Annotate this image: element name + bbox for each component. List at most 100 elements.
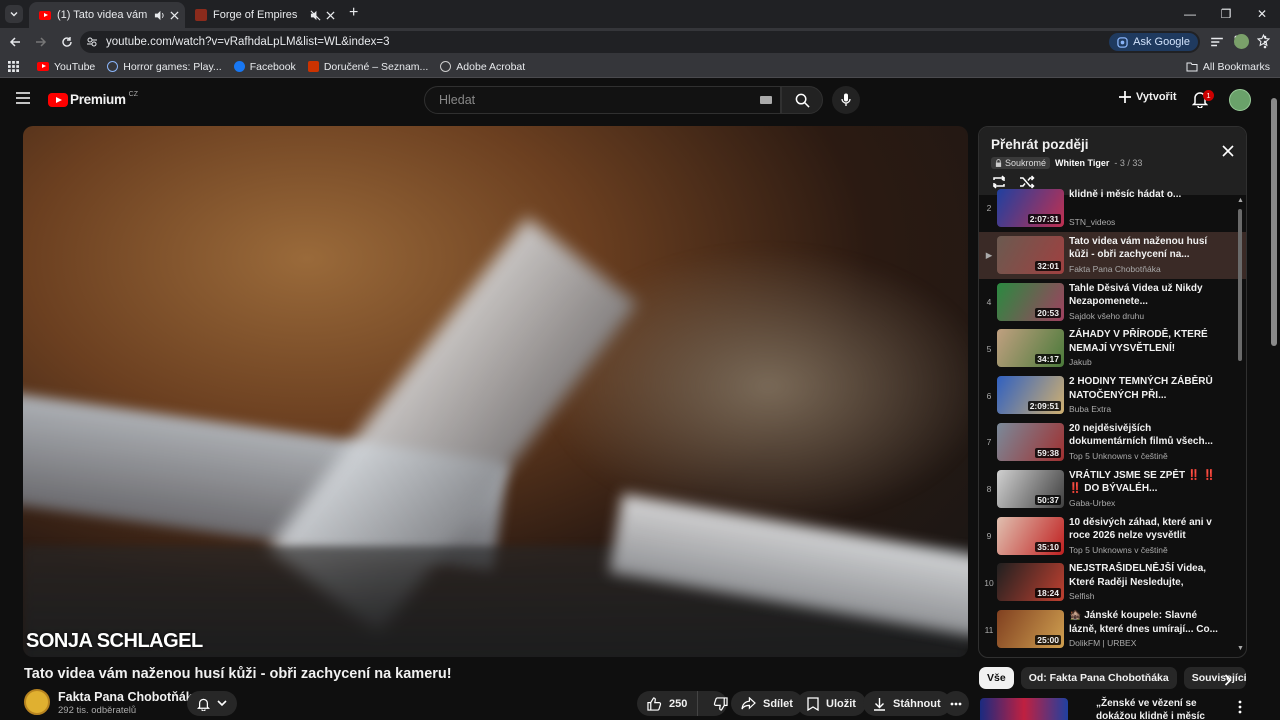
hamburger-menu-icon[interactable]	[16, 92, 30, 104]
playlist-item-thumbnail[interactable]: 32:01	[997, 235, 1064, 274]
profile-avatar[interactable]	[1234, 34, 1249, 49]
playlist-item-thumbnail[interactable]: 34:17	[997, 329, 1064, 368]
tab-forge-of-empires[interactable]: Forge of Empires	[185, 2, 341, 28]
bookmark-facebook[interactable]: Facebook	[233, 61, 296, 73]
share-button[interactable]: Sdílet	[731, 691, 803, 716]
playlist-item-thumbnail[interactable]: 35:10	[997, 516, 1064, 555]
bookmark-horror-games[interactable]: Horror games: Play...	[107, 61, 222, 73]
playlist-item[interactable]: 4 20:53 Tahle Děsivá Videa už Nikdy Nezapo…	[979, 279, 1246, 326]
playlist-item-title[interactable]: klidně i měsíc hádat o...	[1069, 188, 1219, 215]
chip-from-channel[interactable]: Od: Fakta Pana Chobotňáka	[1020, 667, 1177, 689]
playlist-item[interactable]: 8 50:37 VRÁTILY JSME SE ZPĚT ‼️ ‼️ ‼️ DO B…	[979, 466, 1246, 513]
chip-related[interactable]: Související	[1183, 667, 1246, 689]
playlist-item-thumbnail[interactable]: 25:00	[997, 610, 1064, 649]
playlist-item-title[interactable]: 🏚️ Jánské koupele: Slavné lázně, které d…	[1069, 609, 1219, 636]
like-button[interactable]: 250	[637, 691, 699, 716]
close-window-button[interactable]: ✕	[1244, 0, 1280, 28]
playlist-item-thumbnail[interactable]: 50:37	[997, 469, 1064, 508]
forward-button[interactable]	[30, 31, 52, 53]
playlist-item-channel[interactable]: Selfish	[1069, 591, 1219, 601]
account-avatar[interactable]	[1229, 89, 1251, 111]
url-text[interactable]: youtube.com/watch?v=vRafhdaLpLM&list=WL&…	[106, 36, 390, 48]
voice-search-button[interactable]	[832, 86, 860, 114]
playlist-item-thumbnail[interactable]: 20:53	[997, 282, 1064, 321]
more-actions-button[interactable]	[943, 691, 969, 716]
playlist-item-title[interactable]: ZÁHADY V PŘÍRODĚ, KTERÉ NEMAJÍ VYSVĚTLEN…	[1069, 328, 1219, 355]
more-vertical-icon[interactable]	[1238, 700, 1242, 714]
site-info-icon[interactable]	[86, 36, 98, 48]
chip-all[interactable]: Vše	[979, 667, 1014, 689]
apps-grid-icon[interactable]	[8, 61, 19, 72]
chevron-right-icon[interactable]	[1224, 674, 1232, 686]
playlist-title[interactable]: Přehrát později	[991, 137, 1089, 152]
channel-avatar[interactable]	[24, 689, 50, 715]
playlist-item-channel[interactable]: Jakub	[1069, 357, 1219, 367]
playlist-scrollbar-thumb[interactable]	[1238, 209, 1242, 361]
muted-speaker-icon[interactable]	[310, 10, 321, 21]
playlist-item[interactable]: 5 34:17 ZÁHADY V PŘÍRODĚ, KTERÉ NEMAJÍ VYS…	[979, 325, 1246, 372]
bookmark-youtube[interactable]: YouTube	[37, 61, 95, 73]
playlist-item-channel[interactable]: Buba Extra	[1069, 404, 1219, 414]
new-tab-button[interactable]: +	[349, 4, 358, 22]
playlist-item-title[interactable]: VRÁTILY JSME SE ZPĚT ‼️ ‼️ ‼️ DO BÝVALÉH…	[1069, 469, 1219, 496]
playlist-item[interactable]: 7 59:38 20 nejděsivějších dokumentárních f…	[979, 419, 1246, 466]
close-tab-icon[interactable]	[170, 10, 179, 20]
playlist-item-thumbnail[interactable]: 18:24	[997, 563, 1064, 602]
recommended-video[interactable]: „Ženské ve vězení se dokážou klidně i mě…	[980, 696, 1265, 720]
playlist-item-channel[interactable]: Sajdok všeho druhu	[1069, 311, 1219, 321]
bookmark-seznam[interactable]: Doručené – Seznam...	[307, 61, 428, 73]
subscription-notifications-button[interactable]	[187, 691, 237, 716]
minimize-button[interactable]: —	[1172, 0, 1208, 28]
ask-google-button[interactable]: Ask Google	[1109, 33, 1198, 51]
speaker-icon[interactable]	[154, 10, 165, 21]
playlist-item[interactable]: 12 10 Děsivých Videí Kolujících po	[979, 653, 1246, 658]
playlist-item[interactable]: 6 2:09:51 2 HODINY TEMNÝCH ZÁBĚRŮ NATOČENÝ…	[979, 372, 1246, 419]
youtube-premium-logo[interactable]: Premium CZ	[48, 91, 138, 107]
page-scrollbar[interactable]	[1268, 78, 1280, 720]
address-bar[interactable]: youtube.com/watch?v=vRafhdaLpLM&list=WL&…	[80, 31, 1270, 53]
close-icon[interactable]	[1222, 145, 1234, 157]
tab-youtube[interactable]: (1) Tato videa vám naženou husí kůži - o…	[29, 2, 185, 28]
download-button[interactable]: Stáhnout	[863, 691, 951, 716]
scroll-down-arrow[interactable]: ▼	[1237, 645, 1244, 652]
playlist-item-channel[interactable]: STN_videos	[1069, 217, 1219, 227]
playlist-item-title[interactable]: Tahle Děsivá Videa už Nikdy Nezapomenete…	[1069, 282, 1219, 309]
playlist-item-title[interactable]: 20 nejděsivějších dokumentárních filmů v…	[1069, 422, 1219, 449]
reload-button[interactable]	[56, 31, 78, 53]
tab-search-button[interactable]	[5, 5, 23, 23]
playlist-item-title[interactable]: 10 Děsivých Videí Kolujících po	[1069, 656, 1219, 658]
playlist-item-channel[interactable]: Gaba-Urbex	[1069, 498, 1219, 508]
keyboard-icon[interactable]	[760, 96, 772, 104]
playlist-item-thumbnail[interactable]	[997, 656, 1064, 657]
playlist-item-channel[interactable]: Top 5 Unknowns v češtině	[1069, 545, 1219, 555]
create-button[interactable]: Vytvořit	[1118, 90, 1177, 104]
playlist-item[interactable]: 10 18:24 NEJSTRAŠIDELNĚJŠÍ Videa, Které Ra…	[979, 559, 1246, 606]
search-button[interactable]	[781, 86, 823, 114]
playlist-item[interactable]: 9 35:10 10 děsivých záhad, které ani v roc…	[979, 513, 1246, 560]
playlist-item-thumbnail[interactable]: 2:07:31	[997, 189, 1064, 227]
search-input[interactable]: Hledat	[424, 86, 781, 114]
playlist-item-title[interactable]: 10 děsivých záhad, které ani v roce 2026…	[1069, 516, 1219, 543]
playlist-item-title[interactable]: 2 HODINY TEMNÝCH ZÁBĚRŮ NATOČENÝCH PŘI..…	[1069, 375, 1219, 402]
video-player[interactable]: SONJA SCHLAGEL	[23, 126, 968, 657]
playlist-item-title[interactable]: NEJSTRAŠIDELNĚJŠÍ Videa, Které Raději Ne…	[1069, 562, 1219, 589]
playlist-item[interactable]: 11 25:00 🏚️ Jánské koupele: Slavné lázně, …	[979, 606, 1246, 653]
browser-menu-icon[interactable]	[1262, 35, 1268, 49]
restore-button[interactable]: ❐	[1208, 0, 1244, 28]
scroll-up-arrow[interactable]: ▲	[1237, 197, 1244, 204]
reading-list-icon[interactable]	[1210, 35, 1224, 49]
page-scrollbar-thumb[interactable]	[1271, 98, 1277, 346]
playlist-item[interactable]: 2 2:07:31 klidně i měsíc hádat o... STN_vid…	[979, 185, 1246, 232]
all-bookmarks-button[interactable]: All Bookmarks	[1186, 61, 1270, 73]
playlist-item-current[interactable]: ▶ 32:01 Tato videa vám naženou husí kůži -…	[979, 231, 1246, 279]
recommended-video-thumbnail[interactable]	[980, 698, 1068, 720]
playlist-item-channel[interactable]: Fakta Pana Chobotňáka	[1069, 264, 1219, 274]
save-button[interactable]: Uložit	[797, 691, 866, 716]
playlist-item-channel[interactable]: Top 5 Unknowns v češtině	[1069, 451, 1219, 461]
back-button[interactable]	[4, 31, 26, 53]
playlist-item-thumbnail[interactable]: 2:09:51	[997, 376, 1064, 415]
playlist-item-thumbnail[interactable]: 59:38	[997, 422, 1064, 461]
playlist-owner[interactable]: Whiten Tiger	[1055, 158, 1109, 168]
bookmark-adobe-acrobat[interactable]: Adobe Acrobat	[440, 61, 525, 73]
close-tab-icon[interactable]	[326, 10, 335, 20]
